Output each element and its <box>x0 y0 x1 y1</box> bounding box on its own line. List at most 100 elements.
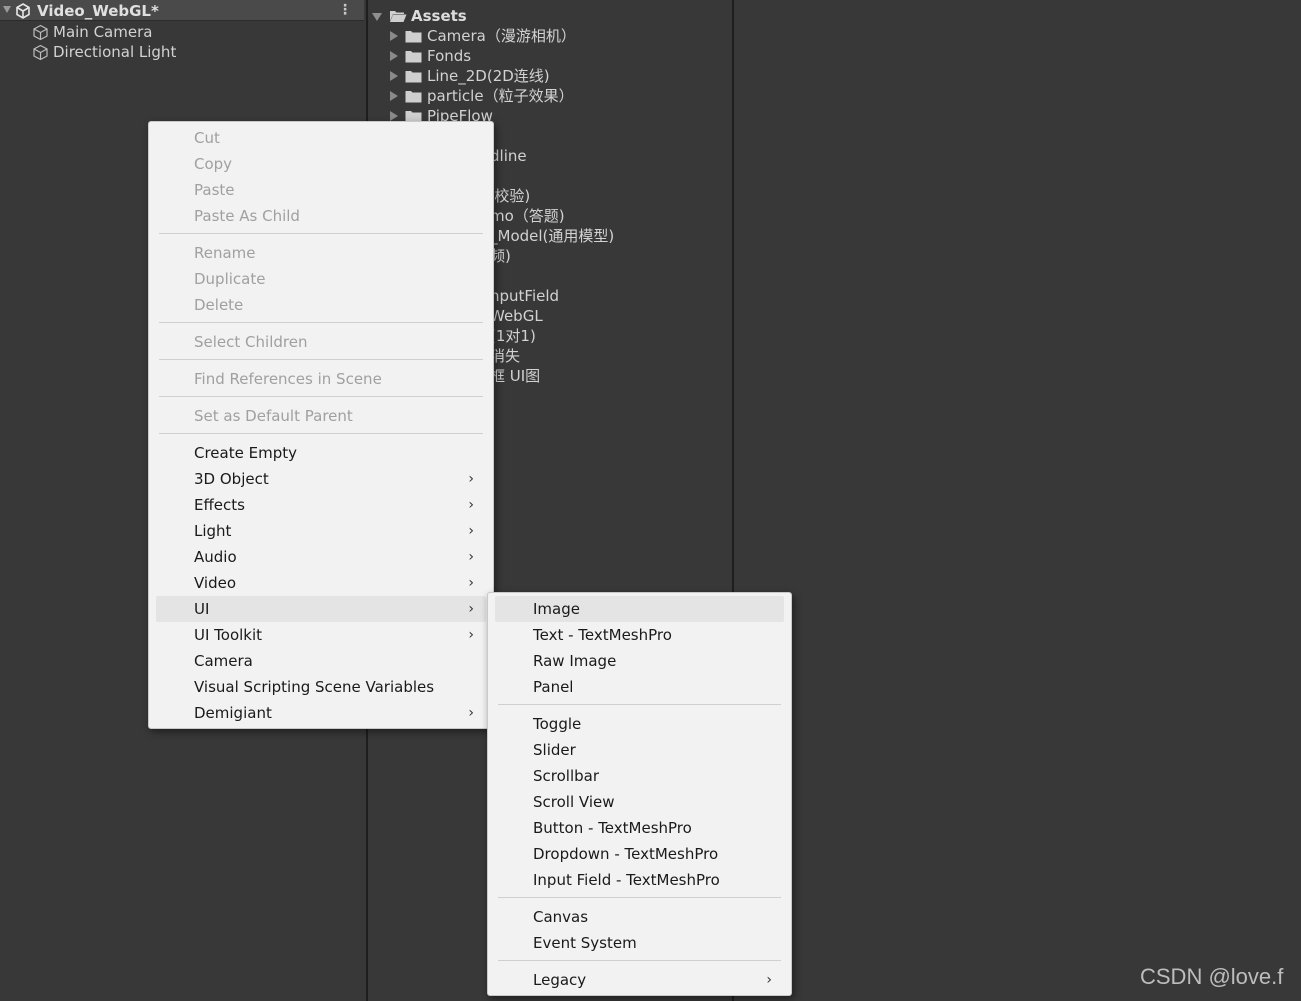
folder-label-fragment[interactable]: (1对1) <box>490 326 536 346</box>
menu-item-label: Dropdown - TextMeshPro <box>533 845 719 863</box>
menu-item-ui[interactable]: UI › <box>156 596 486 622</box>
menu-item-duplicate[interactable]: Duplicate <box>156 266 486 292</box>
menu-item-label: Audio <box>194 548 237 566</box>
menu-item-label: Copy <box>194 155 233 173</box>
folder-icon <box>405 51 422 63</box>
menu-item-label: Effects <box>194 496 245 514</box>
menu-item-label: Paste <box>194 181 235 199</box>
chevron-right-icon: › <box>468 627 474 643</box>
gameobject-cube-icon <box>33 44 48 61</box>
gameobject-cube-icon <box>33 24 48 41</box>
menu-item-find-references[interactable]: Find References in Scene <box>156 366 486 392</box>
ui-submenu: Image Text - TextMeshPro Raw Image Panel… <box>487 592 792 996</box>
inspector-area <box>734 0 1301 1001</box>
menu-item-label: UI Toolkit <box>194 626 263 644</box>
submenu-item-scrollbar[interactable]: Scrollbar <box>495 763 784 789</box>
folder-label-fragment[interactable]: nputField <box>490 286 559 306</box>
unity-scene-icon <box>16 3 30 19</box>
chevron-right-icon: › <box>766 972 772 988</box>
menu-item-paste[interactable]: Paste <box>156 177 486 203</box>
menu-item-label: Scroll View <box>533 793 615 811</box>
menu-item-label: Button - TextMeshPro <box>533 819 692 837</box>
menu-separator <box>159 359 483 360</box>
expand-arrow-icon[interactable] <box>390 31 398 41</box>
submenu-item-toggle[interactable]: Toggle <box>495 711 784 737</box>
menu-separator <box>498 704 781 705</box>
expand-arrow-icon[interactable] <box>390 91 398 101</box>
menu-item-cut[interactable]: Cut <box>156 125 486 151</box>
menu-item-label: Set as Default Parent <box>194 407 353 425</box>
menu-item-video[interactable]: Video › <box>156 570 486 596</box>
menu-item-label: Panel <box>533 678 574 696</box>
expand-arrow-icon[interactable] <box>390 51 398 61</box>
expand-arrow-icon[interactable] <box>390 111 398 121</box>
menu-item-label: Image <box>533 600 580 618</box>
assets-label: Assets <box>411 7 467 25</box>
folder-label: particle（粒子效果） <box>427 87 574 105</box>
assets-foldout-icon[interactable] <box>372 13 382 21</box>
folder-label-fragment[interactable]: 消失 <box>490 346 520 366</box>
submenu-item-canvas[interactable]: Canvas <box>495 904 784 930</box>
submenu-item-event-system[interactable]: Event System <box>495 930 784 956</box>
menu-item-light[interactable]: Light › <box>156 518 486 544</box>
menu-item-camera[interactable]: Camera <box>156 648 486 674</box>
submenu-item-raw-image[interactable]: Raw Image <box>495 648 784 674</box>
menu-item-label: Create Empty <box>194 444 297 462</box>
kebab-menu-icon[interactable]: ⋮ <box>338 2 352 18</box>
menu-item-demigiant[interactable]: Demigiant › <box>156 700 486 726</box>
menu-item-label: Duplicate <box>194 270 266 288</box>
folder-label-fragment[interactable]: _Model(通用模型) <box>490 226 614 246</box>
submenu-item-scroll-view[interactable]: Scroll View <box>495 789 784 815</box>
expand-arrow-icon[interactable] <box>390 71 398 81</box>
folder-label: Line_2D(2D连线) <box>427 67 550 85</box>
menu-separator <box>498 897 781 898</box>
hierarchy-item-label: Directional Light <box>53 43 177 61</box>
menu-separator <box>159 433 483 434</box>
menu-item-copy[interactable]: Copy <box>156 151 486 177</box>
submenu-item-input-field-textmeshpro[interactable]: Input Field - TextMeshPro <box>495 867 784 893</box>
submenu-item-legacy[interactable]: Legacy › <box>495 967 784 993</box>
scene-header-row[interactable]: Video_WebGL* ⋮ <box>0 0 364 21</box>
menu-item-delete[interactable]: Delete <box>156 292 486 318</box>
menu-item-3d-object[interactable]: 3D Object › <box>156 466 486 492</box>
menu-item-label: 3D Object <box>194 470 269 488</box>
menu-item-label: Toggle <box>533 715 582 733</box>
watermark: CSDN @love.f <box>1140 964 1284 989</box>
menu-item-label: Video <box>194 574 237 592</box>
menu-item-audio[interactable]: Audio › <box>156 544 486 570</box>
submenu-item-text-textmeshpro[interactable]: Text - TextMeshPro <box>495 622 784 648</box>
chevron-right-icon: › <box>468 705 474 721</box>
menu-item-label: Scrollbar <box>533 767 599 785</box>
folder-icon <box>405 31 422 43</box>
submenu-item-panel[interactable]: Panel <box>495 674 784 700</box>
menu-separator <box>159 322 483 323</box>
menu-separator <box>159 396 483 397</box>
submenu-item-dropdown-textmeshpro[interactable]: Dropdown - TextMeshPro <box>495 841 784 867</box>
menu-item-label: Input Field - TextMeshPro <box>533 871 720 889</box>
chevron-right-icon: › <box>468 471 474 487</box>
folder-label-fragment[interactable]: mo（答题) <box>490 206 565 226</box>
folder-label-fragment[interactable]: 框 UI图 <box>490 366 540 386</box>
menu-item-set-default-parent[interactable]: Set as Default Parent <box>156 403 486 429</box>
menu-item-visual-scripting-scene-variables[interactable]: Visual Scripting Scene Variables <box>156 674 486 700</box>
menu-item-select-children[interactable]: Select Children <box>156 329 486 355</box>
submenu-item-slider[interactable]: Slider <box>495 737 784 763</box>
folder-label-fragment[interactable]: WebGL <box>490 306 543 326</box>
menu-item-effects[interactable]: Effects › <box>156 492 486 518</box>
menu-item-label: Demigiant <box>194 704 272 722</box>
folder-label-fragment[interactable]: dline <box>490 146 527 166</box>
menu-item-create-empty[interactable]: Create Empty <box>156 440 486 466</box>
scene-foldout-icon[interactable] <box>3 6 11 13</box>
folder-label-fragment[interactable]: J校验) <box>490 186 530 206</box>
menu-item-ui-toolkit[interactable]: UI Toolkit › <box>156 622 486 648</box>
menu-item-label: Canvas <box>533 908 589 926</box>
menu-item-label: Paste As Child <box>194 207 300 225</box>
menu-item-paste-as-child[interactable]: Paste As Child <box>156 203 486 229</box>
hierarchy-item-label: Main Camera <box>53 23 153 41</box>
menu-item-label: Visual Scripting Scene Variables <box>194 678 435 696</box>
menu-item-label: Select Children <box>194 333 308 351</box>
submenu-item-button-textmeshpro[interactable]: Button - TextMeshPro <box>495 815 784 841</box>
chevron-right-icon: › <box>468 497 474 513</box>
menu-item-rename[interactable]: Rename <box>156 240 486 266</box>
submenu-item-image[interactable]: Image <box>495 596 784 622</box>
